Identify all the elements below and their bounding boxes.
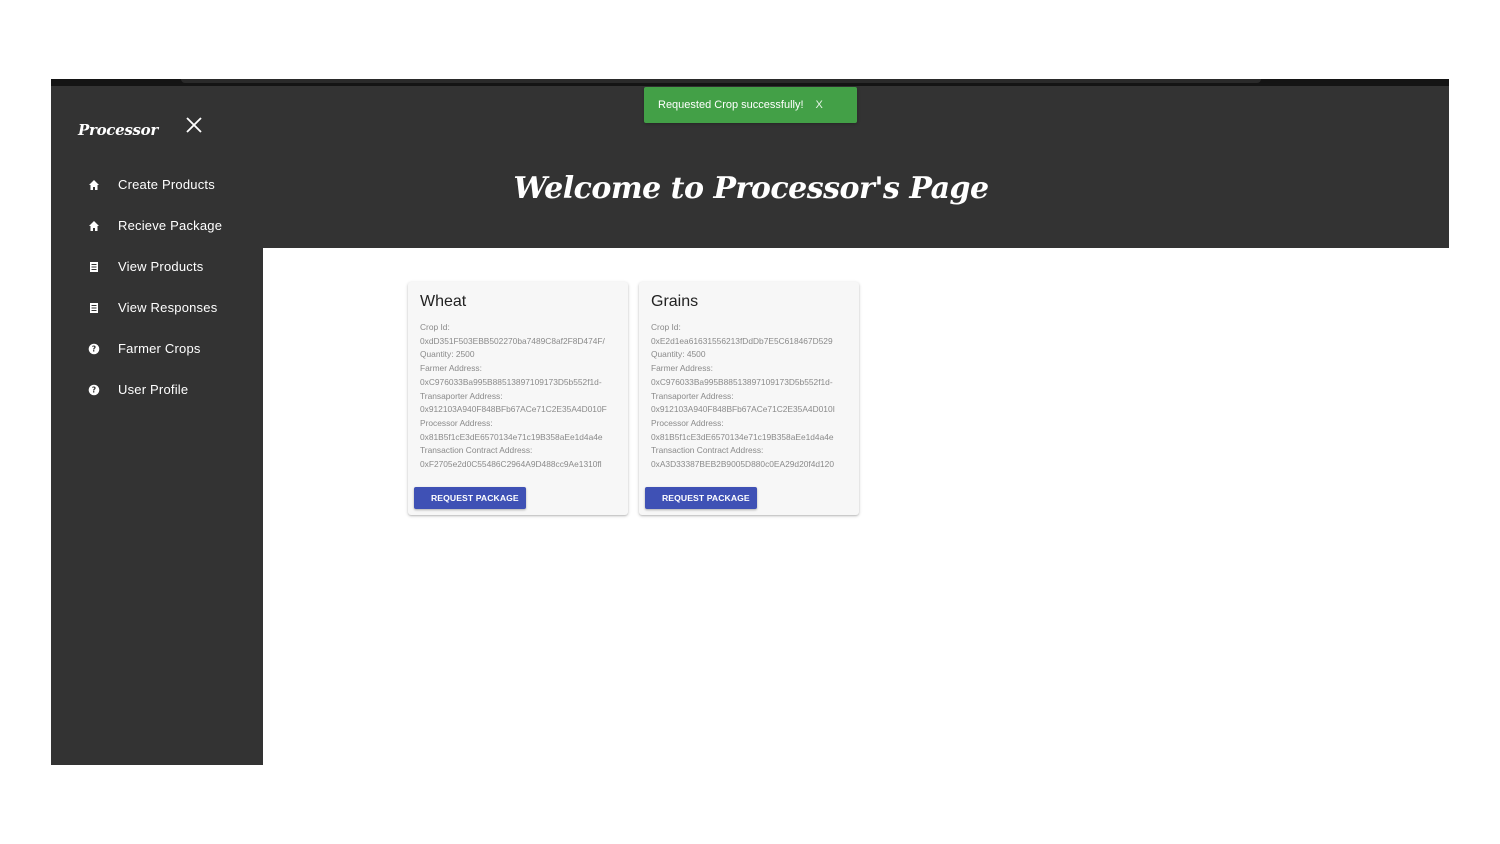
page-title: Welcome to Processor's Page [513,171,989,206]
quantity-value: Quantity: 2500 [420,349,475,360]
transporter-address-label: Transaporter Address: [420,390,503,401]
help-circle-icon: ? [86,341,102,357]
top-bar-inner [181,79,1261,83]
farmer-address-value: 0xC976033Ba995B88513897109173D5b552f1d- [651,376,833,387]
crop-card: Wheat Crop Id: 0xdD351F503EBB502270ba748… [408,282,628,515]
transporter-address-label: Transaporter Address: [651,390,734,401]
sidebar-item-label: Recieve Package [118,218,223,233]
sidebar-item-label: User Profile [118,382,189,397]
list-icon [86,259,102,275]
sidebar-item-farmer-crops[interactable]: ? Farmer Crops [78,328,222,369]
home-icon [86,177,102,193]
list-icon [86,300,102,316]
contract-address-label: Transaction Contract Address: [420,445,533,456]
help-circle-icon: ? [86,382,102,398]
crop-name: Grains [651,293,699,310]
crop-id-label: Crop Id: [651,322,681,332]
processor-address-label: Processor Address: [420,417,493,428]
brand-title: Processor [78,121,158,139]
crop-name: Wheat [420,293,467,310]
sidebar-item-label: Farmer Crops [118,341,201,356]
sidebar-nav: Create Products Recieve Package View Pro… [78,164,222,410]
processor-address-value: 0x81B5f1cE3dE6570134e71c19B358aEe1d4a4e [420,431,603,442]
crop-card: Grains Crop Id: 0xE2d1ea61631556213fDdDb… [639,282,859,515]
home-icon [86,218,102,234]
svg-text:?: ? [92,344,97,353]
crop-id-value: 0xdD351F503EBB502270ba7489C8af2F8D474F/ [420,335,605,346]
transporter-address-value: 0x912103A940F848BFb67ACe71C2E35A4D010I [651,404,835,415]
quantity-value: Quantity: 4500 [651,349,706,360]
app-window: Welcome to Processor's Page Processor Cr… [51,79,1449,765]
farmer-address-label: Farmer Address: [420,363,482,374]
processor-address-value: 0x81B5f1cE3dE6570134e71c19B358aEe1d4a4e [651,431,834,442]
contract-address-value: 0xA3D33387BEB2B9005D880c0EA29d20f4d120 [651,459,835,470]
processor-address-label: Processor Address: [651,417,724,428]
transporter-address-value: 0x912103A940F848BFb67ACe71C2E35A4D010F [420,404,607,415]
sidebar-item-view-products[interactable]: View Products [78,246,222,287]
toast-close-button[interactable]: X [816,99,823,111]
contract-address-label: Transaction Contract Address: [651,445,764,456]
svg-text:?: ? [92,385,97,394]
sidebar-item-label: Create Products [118,177,215,192]
crop-details: Crop Id: 0xE2d1ea61631556213fDdDb7E5C618… [651,321,859,472]
sidebar-item-user-profile[interactable]: ? User Profile [78,369,222,410]
crop-id-value: 0xE2d1ea61631556213fDdDb7E5C618467D529 [651,335,833,346]
top-bar [51,79,1449,86]
crop-cards: Wheat Crop Id: 0xdD351F503EBB502270ba748… [408,282,859,515]
sidebar-item-label: View Responses [118,300,218,315]
contract-address-value: 0xF2705e2d0C55486C2964A9D488cc9Ae1310fl [420,459,602,470]
sidebar-item-label: View Products [118,259,204,274]
sidebar-drawer: Processor Create Products Recieve Packag… [51,86,263,765]
crop-id-label: Crop Id: [420,322,450,332]
close-icon [186,117,202,133]
close-drawer-button[interactable] [183,114,205,136]
request-package-button[interactable]: REQUEST PACKAGE [645,487,757,509]
sidebar-item-view-responses[interactable]: View Responses [78,287,222,328]
request-package-button[interactable]: REQUEST PACKAGE [414,487,526,509]
toast-message: Requested Crop successfully! [658,99,804,111]
farmer-address-value: 0xC976033Ba995B88513897109173D5b552f1d- [420,376,602,387]
crop-details: Crop Id: 0xdD351F503EBB502270ba7489C8af2… [420,321,628,472]
sidebar-item-create-products[interactable]: Create Products [78,164,222,205]
sidebar-item-recieve-package[interactable]: Recieve Package [78,205,222,246]
farmer-address-label: Farmer Address: [651,363,713,374]
success-toast: Requested Crop successfully! X [644,87,857,123]
